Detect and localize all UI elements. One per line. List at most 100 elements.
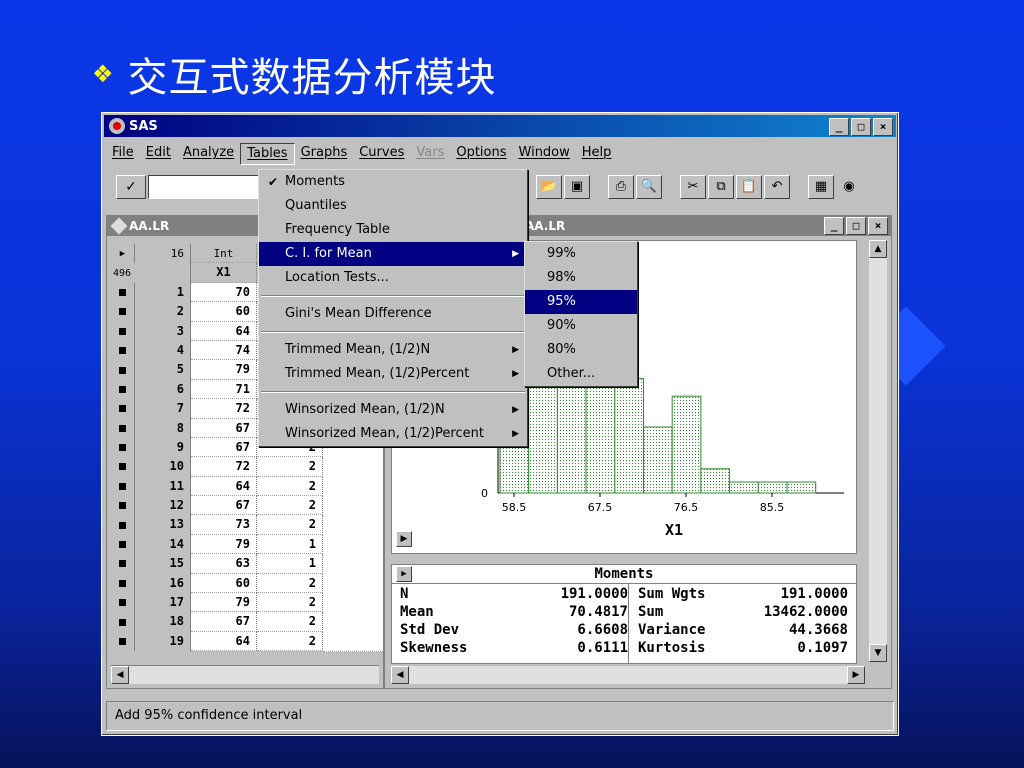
cell-var2[interactable]: 2 [257, 593, 323, 613]
cell-var2[interactable]: 2 [257, 496, 323, 516]
cell-x1[interactable]: 63 [191, 554, 257, 574]
row-select-icon[interactable] [111, 457, 135, 477]
cell-var2[interactable]: 2 [257, 612, 323, 632]
cell-var2[interactable]: 2 [257, 515, 323, 535]
cell-var2[interactable]: 2 [257, 476, 323, 497]
row-select-icon[interactable] [111, 496, 135, 516]
menu-options[interactable]: Options [450, 143, 512, 165]
menu-file[interactable]: File [106, 143, 140, 165]
cell-x1[interactable]: 60 [191, 302, 257, 322]
table-row[interactable]: 17 79 2 [111, 592, 383, 613]
cell-x1[interactable]: 64 [191, 321, 257, 341]
cell-x1[interactable]: 70 [191, 282, 257, 303]
table-hscrollbar[interactable]: ◀ [111, 665, 379, 684]
cell-x1[interactable]: 67 [191, 496, 257, 516]
cell-var2[interactable]: 1 [257, 534, 323, 555]
save-icon[interactable]: ▣ [564, 175, 590, 199]
command-input[interactable] [148, 175, 260, 199]
row-select-icon[interactable] [111, 282, 135, 303]
globe-icon[interactable]: ◉ [836, 175, 862, 199]
menu-item-gini-s-mean-difference[interactable]: Gini's Mean Difference [259, 302, 527, 326]
print-preview-icon[interactable]: 🔍 [636, 175, 662, 199]
menu-item-trimmed-mean-1-2-n[interactable]: Trimmed Mean, (1/2)N ▶ [259, 338, 527, 362]
table-row[interactable]: 14 79 1 [111, 534, 383, 555]
row-select-icon[interactable] [111, 534, 135, 555]
menu-item-90[interactable]: 90% [525, 314, 637, 338]
scroll-down-arrow-icon[interactable]: ▼ [869, 644, 887, 662]
plot-expand-icon[interactable]: ▶ [396, 531, 412, 547]
ms-office-icon[interactable]: ▦ [808, 175, 834, 199]
menu-item-trimmed-mean-1-2-percent[interactable]: Trimmed Mean, (1/2)Percent ▶ [259, 362, 527, 386]
cell-x1[interactable]: 64 [191, 631, 257, 652]
cell-x1[interactable]: 73 [191, 515, 257, 535]
open-icon[interactable]: 📂 [536, 175, 562, 199]
cell-x1[interactable]: 64 [191, 476, 257, 497]
maximize-button[interactable]: □ [851, 118, 871, 136]
menu-curves[interactable]: Curves [353, 143, 410, 165]
cell-var2[interactable]: 2 [257, 573, 323, 594]
menu-edit[interactable]: Edit [140, 143, 177, 165]
cell-x1[interactable]: 79 [191, 360, 257, 380]
table-row[interactable]: 16 60 2 [111, 573, 383, 594]
menu-help[interactable]: Help [576, 143, 618, 165]
menu-item-winsorized-mean-1-2-percent[interactable]: Winsorized Mean, (1/2)Percent ▶ [259, 422, 527, 446]
undo-icon[interactable]: ↶ [764, 175, 790, 199]
paste-icon[interactable]: 📋 [736, 175, 762, 199]
cell-x1[interactable]: 79 [191, 593, 257, 613]
row-select-icon[interactable] [111, 612, 135, 632]
cut-icon[interactable]: ✂ [680, 175, 706, 199]
cell-var2[interactable]: 2 [257, 457, 323, 477]
menu-tables[interactable]: Tables [240, 143, 295, 165]
minimize-button[interactable]: _ [829, 118, 849, 136]
row-select-icon[interactable] [111, 399, 135, 419]
row-select-icon[interactable] [111, 437, 135, 458]
table-row[interactable]: 12 67 2 [111, 495, 383, 516]
cell-x1[interactable]: 74 [191, 340, 257, 361]
row-select-icon[interactable] [111, 515, 135, 535]
row-select-icon[interactable] [111, 554, 135, 574]
menu-item-frequency-table[interactable]: Frequency Table [259, 218, 527, 242]
row-select-icon[interactable] [111, 302, 135, 322]
row-select-icon[interactable] [111, 379, 135, 400]
submit-check-button[interactable]: ✓ [116, 175, 146, 199]
row-select-icon[interactable] [111, 631, 135, 652]
table-row[interactable]: 15 63 1 [111, 553, 383, 575]
print-icon[interactable]: ⎙ [608, 175, 634, 199]
analysis-maximize-button[interactable]: □ [846, 217, 866, 235]
cell-x1[interactable]: 67 [191, 612, 257, 632]
cell-var2[interactable]: 1 [257, 554, 323, 574]
analysis-minimize-button[interactable]: _ [824, 217, 844, 235]
copy-icon[interactable]: ⧉ [708, 175, 734, 199]
menu-item-99[interactable]: 99% [525, 242, 637, 266]
table-row[interactable]: 11 64 2 [111, 476, 383, 497]
cell-x1[interactable]: 72 [191, 457, 257, 477]
row-select-icon[interactable] [111, 360, 135, 380]
menu-item-location-tests[interactable]: Location Tests... [259, 266, 527, 290]
cell-x1[interactable]: 60 [191, 573, 257, 594]
scroll-up-arrow-icon[interactable]: ▲ [869, 240, 887, 258]
menu-item-80[interactable]: 80% [525, 338, 637, 362]
row-select-icon[interactable] [111, 321, 135, 341]
row-select-icon[interactable] [111, 593, 135, 613]
window-titlebar[interactable]: SAS _ □ × [104, 115, 896, 137]
grid-menu-button[interactable]: ▶ [111, 244, 135, 264]
menu-graphs[interactable]: Graphs [295, 143, 354, 165]
table-row[interactable]: 10 72 2 [111, 456, 383, 478]
menu-item-quantiles[interactable]: Quantiles [259, 194, 527, 218]
menu-item-winsorized-mean-1-2-n[interactable]: Winsorized Mean, (1/2)N ▶ [259, 398, 527, 422]
row-select-icon[interactable] [111, 573, 135, 594]
close-button[interactable]: × [873, 118, 893, 136]
menu-item-moments[interactable]: ✔ Moments [259, 170, 527, 194]
analysis-vscrollbar[interactable]: ▲ ▼ [869, 240, 887, 662]
analysis-hscrollbar[interactable]: ◀ ▶ [391, 666, 865, 684]
scroll-left-arrow-icon[interactable]: ◀ [111, 666, 129, 684]
cell-var2[interactable]: 2 [257, 631, 323, 652]
row-select-icon[interactable] [111, 418, 135, 438]
cell-x1[interactable]: 71 [191, 379, 257, 400]
table-row[interactable]: 19 64 2 [111, 631, 383, 652]
table-row[interactable]: 18 67 2 [111, 611, 383, 633]
menu-analyze[interactable]: Analyze [177, 143, 240, 165]
analysis-scroll-left-icon[interactable]: ◀ [391, 666, 409, 684]
cell-x1[interactable]: 79 [191, 534, 257, 555]
row-select-icon[interactable] [111, 340, 135, 361]
